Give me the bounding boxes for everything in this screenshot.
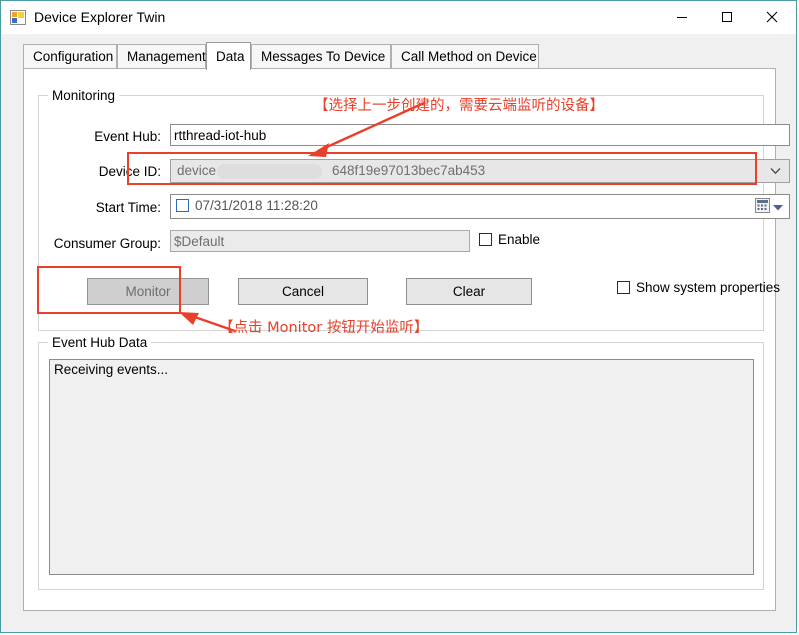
- maximize-icon[interactable]: [704, 1, 749, 33]
- monitor-button[interactable]: Monitor: [87, 278, 209, 305]
- window-title: Device Explorer Twin: [34, 9, 166, 25]
- clear-button[interactable]: Clear: [406, 278, 532, 305]
- monitoring-group: Monitoring Event Hub: Device ID: device …: [38, 88, 790, 331]
- consumer-group-input[interactable]: [170, 230, 470, 252]
- start-time-label: Start Time:: [95, 200, 161, 215]
- event-hub-data-group-title: Event Hub Data: [48, 335, 152, 350]
- chevron-down-icon: [769, 160, 781, 182]
- device-id-combobox[interactable]: device 648f19e97013bec7ab453: [170, 159, 790, 183]
- device-id-value-suffix: 648f19e97013bec7ab453: [332, 163, 486, 178]
- enable-checkbox-label: Enable: [498, 232, 541, 247]
- tab-call-method-on-device[interactable]: Call Method on Device: [391, 44, 539, 68]
- consumer-group-label: Consumer Group:: [53, 236, 161, 251]
- application-form-icon: [10, 10, 26, 25]
- checkbox-box: [479, 233, 492, 246]
- device-id-value-prefix: device: [177, 163, 217, 178]
- application-window: Device Explorer Twin Configuration Manag…: [0, 0, 797, 633]
- event-hub-input[interactable]: [170, 124, 790, 146]
- annotation-text-monitor: 【点击 Monitor 按钮开始监听】: [219, 320, 429, 336]
- enable-checkbox[interactable]: Enable: [479, 232, 540, 247]
- start-time-datetime-picker[interactable]: 07/31/2018 11:28:20: [170, 194, 790, 219]
- event-hub-label: Event Hub:: [94, 129, 161, 144]
- monitoring-group-title: Monitoring: [48, 88, 120, 103]
- close-icon[interactable]: [749, 1, 794, 33]
- start-time-picker-button[interactable]: [751, 197, 787, 216]
- checkbox-box: [617, 281, 630, 294]
- event-hub-data-output[interactable]: Receiving events...: [49, 359, 754, 575]
- tab-page-data: Monitoring Event Hub: Device ID: device …: [23, 68, 790, 611]
- tab-messages-to-device[interactable]: Messages To Device: [251, 44, 391, 68]
- tab-data[interactable]: Data: [206, 42, 251, 70]
- event-hub-data-group: Event Hub Data Receiving events...: [38, 335, 764, 590]
- minimize-icon[interactable]: [659, 1, 704, 33]
- calendar-icon: [755, 197, 770, 216]
- event-hub-data-text: Receiving events...: [54, 362, 169, 377]
- tab-management[interactable]: Management: [117, 44, 206, 68]
- title-bar: Device Explorer Twin: [1, 1, 796, 34]
- redaction-blur: [217, 164, 322, 179]
- show-system-properties-checkbox[interactable]: Show system properties: [617, 280, 780, 295]
- tab-configuration[interactable]: Configuration: [23, 44, 117, 68]
- dropdown-arrow-icon: [773, 199, 783, 214]
- start-time-value: 07/31/2018 11:28:20: [195, 198, 318, 213]
- show-system-properties-label: Show system properties: [636, 280, 781, 295]
- device-id-label: Device ID:: [98, 164, 161, 179]
- start-time-checkbox[interactable]: [176, 199, 189, 212]
- annotation-text-device-id: 【选择上一步创建的，需要云端监听的设备】: [314, 98, 604, 114]
- cancel-button[interactable]: Cancel: [238, 278, 368, 305]
